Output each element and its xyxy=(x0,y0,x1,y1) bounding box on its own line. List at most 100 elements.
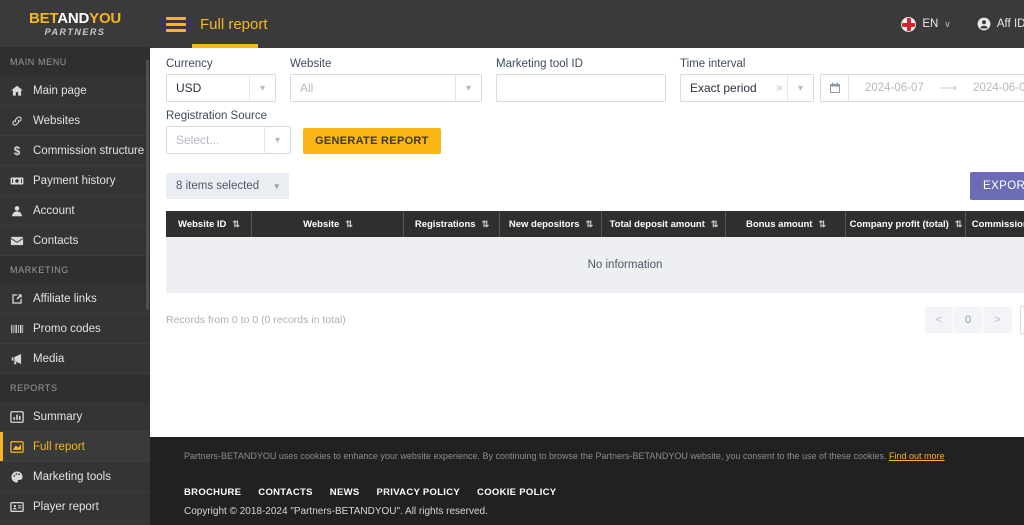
table-header-label: Commission amount xyxy=(971,218,1024,230)
sidebar-item-player-report[interactable]: Player report xyxy=(0,492,150,522)
currency-select[interactable]: USD ▾ xyxy=(166,74,276,102)
sidebar-item-main-page[interactable]: Main page xyxy=(0,76,150,106)
sidebar-item-media[interactable]: Media xyxy=(0,344,150,374)
records-count-text: Records from 0 to 0 (0 records in total) xyxy=(166,314,346,326)
footer-link-contacts[interactable]: CONTACTS xyxy=(258,487,312,498)
table-header-website[interactable]: Website ⇅ xyxy=(252,211,404,237)
footer-link-brochure[interactable]: BROCHURE xyxy=(184,487,241,498)
sidebar-item-affiliate-links[interactable]: Affiliate links xyxy=(0,284,150,314)
app-root: BETANDYOU PARTNERS MAIN MENU Main page Web… xyxy=(0,0,1024,525)
england-flag-icon xyxy=(901,16,917,32)
sidebar-item-label: Media xyxy=(33,352,65,365)
prev-page-button[interactable]: < xyxy=(925,307,954,333)
report-table: Website ID ⇅ Website ⇅ Registrations ⇅ New dep… xyxy=(166,211,1024,293)
sidebar-item-account[interactable]: Account xyxy=(0,196,150,226)
website-label: Website xyxy=(290,58,332,70)
currency-value: USD xyxy=(176,81,202,95)
table-toolbar: 8 items selected ▾ EXPORT ▾ xyxy=(166,172,1024,200)
time-interval-label: Time interval xyxy=(680,58,746,70)
columns-selector-dropdown[interactable]: 8 items selected ▾ xyxy=(166,173,289,199)
table-header-registrations[interactable]: Registrations ⇅ xyxy=(404,211,500,237)
calendar-icon xyxy=(821,75,849,101)
table-header-company-profit-total-[interactable]: Company profit (total) ⇅ xyxy=(846,211,966,237)
sidebar-section-title: MARKETING xyxy=(0,256,150,284)
envelope-icon xyxy=(10,234,24,248)
sidebar-item-websites[interactable]: Websites xyxy=(0,106,150,136)
export-button[interactable]: EXPORT ▾ xyxy=(970,172,1024,200)
marketing-tool-input[interactable] xyxy=(496,74,666,102)
user-circle-icon xyxy=(977,17,991,31)
sort-icon[interactable]: ⇅ xyxy=(818,219,825,230)
table-header-bonus-amount[interactable]: Bonus amount ⇅ xyxy=(726,211,846,237)
language-switcher[interactable]: EN ∨ xyxy=(901,16,951,32)
cookie-find-out-more-link[interactable]: Find out more xyxy=(889,451,945,461)
copyright-text: Copyright © 2018-2024 "Partners-BETANDYO… xyxy=(184,505,488,517)
sidebar-item-full-report[interactable]: Full report xyxy=(0,432,150,462)
current-page-button[interactable]: 0 xyxy=(954,307,983,333)
date-range-picker[interactable]: 2024-06-07 ⟶ 2024-06-07 xyxy=(820,74,1024,102)
website-field: Website All ▾ xyxy=(290,58,482,102)
time-interval-field: Time interval Exact period × ▾ 2024-06-0… xyxy=(680,58,1024,102)
table-header-label: Bonus amount xyxy=(745,218,813,230)
area-chart-icon xyxy=(10,440,24,454)
page-buttons-group: < 0 > xyxy=(925,307,1012,333)
external-link-icon xyxy=(10,292,24,306)
generate-report-button[interactable]: GENERATE REPORT xyxy=(303,128,441,154)
bar-chart-icon xyxy=(10,410,24,424)
sort-icon[interactable]: ⇅ xyxy=(345,219,352,230)
footer-link-privacy-policy[interactable]: PRIVACY POLICY xyxy=(376,487,460,498)
logo-text: BETANDYOU xyxy=(29,11,121,26)
sort-icon[interactable]: ⇅ xyxy=(955,219,962,230)
date-from[interactable]: 2024-06-07 xyxy=(849,82,940,94)
sidebar-item-marketing-tools[interactable]: Marketing tools xyxy=(0,462,150,492)
sidebar-item-promo-codes[interactable]: Promo codes xyxy=(0,314,150,344)
table-header-new-depositors[interactable]: New depositors ⇅ xyxy=(500,211,602,237)
marketing-tool-field: Marketing tool ID xyxy=(496,58,666,102)
currency-label: Currency xyxy=(166,58,213,70)
chevron-down-icon-columns: ▾ xyxy=(274,180,279,191)
marketing-tool-label: Marketing tool ID xyxy=(496,58,583,70)
next-page-button[interactable]: > xyxy=(983,307,1012,333)
sort-icon[interactable]: ⇅ xyxy=(232,219,239,230)
chevron-down-icon-currency: ▾ xyxy=(249,75,275,101)
sidebar-item-label: Account xyxy=(33,204,75,217)
time-interval-select[interactable]: Exact period × ▾ xyxy=(680,74,814,102)
sidebar-section-title: REPORTS xyxy=(0,374,150,402)
table-header-total-deposit-amount[interactable]: Total deposit amount ⇅ xyxy=(602,211,726,237)
logo-bet: BET xyxy=(28,9,58,27)
website-select[interactable]: All ▾ xyxy=(290,74,482,102)
logo-subtitle: PARTNERS xyxy=(44,26,106,37)
table-header-commission-amount[interactable]: Commission amount⇅ xyxy=(966,211,1024,237)
table-header-website-id[interactable]: Website ID ⇅ xyxy=(166,211,252,237)
sidebar-item-label: Main page xyxy=(33,84,87,97)
sidebar-item-label: Full report xyxy=(33,440,85,453)
top-bar: Full report EN ∨ Aff ID:2603535 ∨ xyxy=(150,0,1024,48)
sort-icon[interactable]: ⇅ xyxy=(711,219,718,230)
logo-you: YOU xyxy=(89,9,122,27)
dollar-icon: $ xyxy=(10,144,24,158)
sidebar-item-payment-history[interactable]: Payment history xyxy=(0,166,150,196)
footer-link-news[interactable]: NEWS xyxy=(330,487,360,498)
sidebar-item-summary[interactable]: Summary xyxy=(0,402,150,432)
date-to[interactable]: 2024-06-07 xyxy=(957,82,1024,94)
sidebar: BETANDYOU PARTNERS MAIN MENU Main page Web… xyxy=(0,0,150,525)
sidebar-item-commission-structure[interactable]: $ Commission structure xyxy=(0,136,150,166)
sort-icon[interactable]: ⇅ xyxy=(482,219,489,230)
per-page-select[interactable]: 10 ▾ xyxy=(1020,306,1024,334)
brand-logo[interactable]: BETANDYOU PARTNERS xyxy=(0,0,150,48)
hamburger-icon[interactable] xyxy=(166,16,186,32)
megaphone-icon xyxy=(10,352,24,366)
sidebar-scrollbar[interactable] xyxy=(146,60,149,310)
registration-source-select[interactable]: Select... ▾ xyxy=(166,126,291,154)
page-footer: Partners-BETANDYOU uses cookies to enhan… xyxy=(150,437,1024,525)
sort-icon[interactable]: ⇅ xyxy=(586,219,593,230)
registration-source-field: Registration Source Select... ▾ xyxy=(166,110,291,154)
sidebar-item-label: Payment history xyxy=(33,174,116,187)
account-menu[interactable]: Aff ID:2603535 ∨ xyxy=(977,17,1024,31)
money-icon xyxy=(10,174,24,188)
pagination-controls: < 0 > 10 ▾ xyxy=(925,306,1024,334)
clear-icon[interactable]: × xyxy=(776,81,787,95)
sidebar-item-contacts[interactable]: Contacts xyxy=(0,226,150,256)
footer-link-cookie-policy[interactable]: COOKIE POLICY xyxy=(477,487,556,498)
sidebar-item-label: Marketing tools xyxy=(33,470,111,483)
